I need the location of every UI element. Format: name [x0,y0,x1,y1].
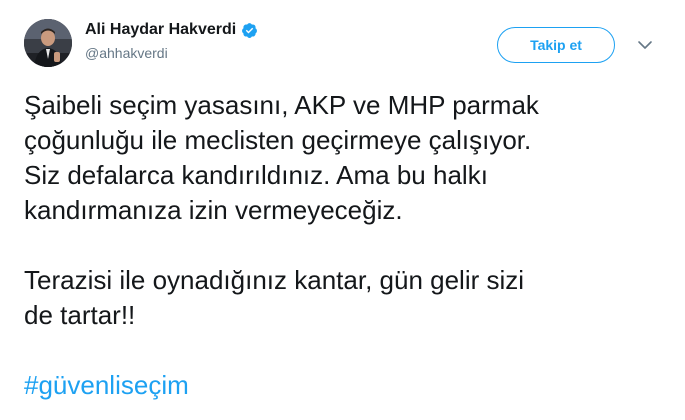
author-name-row[interactable]: Ali Haydar Hakverdi [85,21,258,39]
avatar-image [24,19,72,67]
tweet-text: Şaibeli seçim yasasını, AKP ve MHP parma… [24,88,664,403]
chevron-down-icon[interactable] [637,38,653,50]
author-handle[interactable]: @ahhakverdi [85,45,168,61]
follow-button[interactable]: Takip et [497,27,615,63]
tweet-paragraph: Terazisi ile oynadığınız kantar, gün gel… [24,265,525,330]
verified-badge-icon [241,22,258,39]
tweet-card: Ali Haydar Hakverdi @ahhakverdi Takip et… [0,0,685,420]
tweet-paragraph: Şaibeli seçim yasasını, AKP ve MHP parma… [24,90,539,225]
hashtag-link[interactable]: #güvenliseçim [24,368,664,403]
avatar[interactable] [24,19,72,67]
display-name[interactable]: Ali Haydar Hakverdi [85,21,236,39]
